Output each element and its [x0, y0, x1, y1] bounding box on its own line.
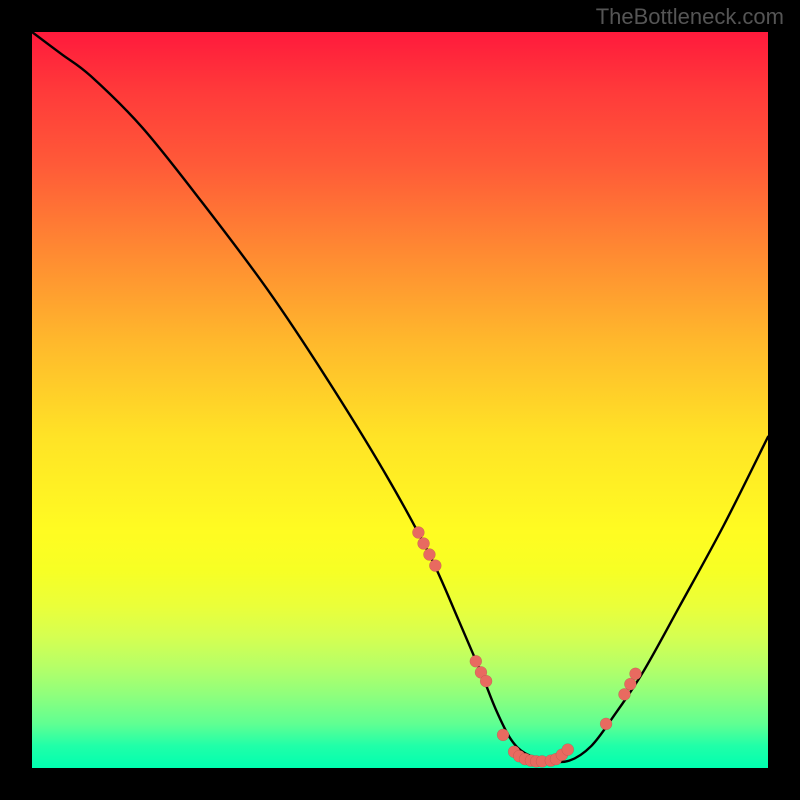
chart-gradient-background	[32, 32, 768, 768]
watermark-label: TheBottleneck.com	[596, 4, 784, 30]
